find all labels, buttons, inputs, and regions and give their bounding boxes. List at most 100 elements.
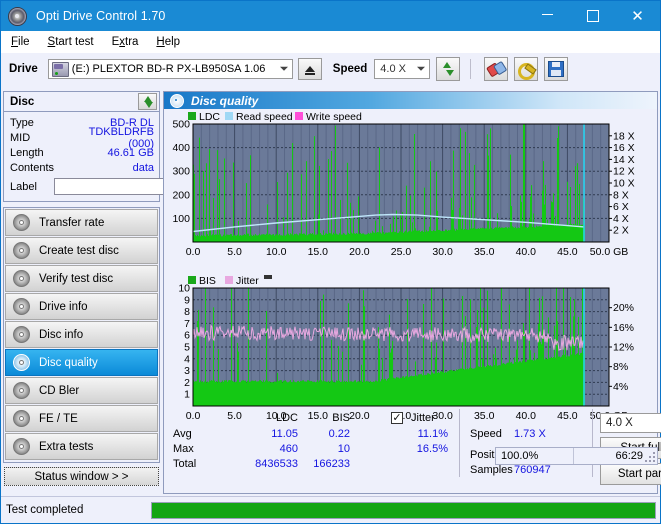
svg-text:4: 4	[184, 353, 190, 365]
save-button[interactable]	[544, 57, 569, 81]
disc-contents-value: data	[132, 161, 154, 174]
sidebar-item-verify-test-disc[interactable]: Verify test disc	[5, 265, 158, 292]
svg-text:50.0 GB: 50.0 GB	[590, 246, 629, 258]
disc-label-caption: Label	[10, 180, 37, 193]
stats-divider-2	[592, 409, 593, 477]
svg-text:18 X: 18 X	[613, 130, 635, 142]
svg-text:15.0: 15.0	[308, 246, 329, 258]
menu-extra[interactable]: Extra	[112, 36, 139, 48]
svg-text:14 X: 14 X	[613, 154, 635, 166]
resize-grip[interactable]	[644, 451, 655, 462]
disc-row-mid: MID TDKBLDRFB (000)	[10, 126, 154, 150]
max-ldc-value: 460	[279, 443, 298, 455]
speed-label: Speed	[332, 63, 368, 75]
legend-label-bis: BIS	[199, 275, 216, 287]
menu-file-rest: ile	[18, 36, 30, 48]
svg-text:6: 6	[184, 330, 190, 342]
sidebar-item-label: Drive info	[39, 300, 88, 313]
svg-text:25.0: 25.0	[391, 246, 412, 258]
drive-select[interactable]: (E:) PLEXTOR BD-R PX-LB950SA 1.06	[47, 59, 293, 79]
check-icon: ✓	[392, 412, 402, 424]
status-window-wrap: Status window > >	[3, 467, 160, 486]
disc-type-label: Type	[10, 116, 34, 129]
svg-text:10 X: 10 X	[613, 178, 635, 190]
erase-button[interactable]	[484, 57, 509, 81]
status-window-button[interactable]: Status window > >	[4, 467, 159, 486]
svg-text:10: 10	[178, 283, 190, 295]
panel-header: Disc quality	[164, 92, 657, 109]
sidebar-item-label: Transfer rate	[39, 216, 105, 229]
bis-plot-area	[192, 287, 610, 407]
sidebar-item-fe-te[interactable]: FE / TE	[5, 405, 158, 432]
maximize-button[interactable]	[570, 1, 615, 31]
ldc-chart-svg[interactable]: LDC Read speed Write speed 1002003004005…	[164, 109, 657, 274]
jitter-checkbox[interactable]: ✓	[391, 412, 403, 424]
disc-icon	[170, 93, 184, 108]
disc-icon	[13, 354, 30, 371]
svg-text:45.0: 45.0	[557, 246, 578, 258]
svg-text:2: 2	[184, 377, 190, 389]
speed-select[interactable]: 4.0 X	[374, 59, 431, 79]
sidebar-item-transfer-rate[interactable]: Transfer rate	[5, 209, 158, 236]
percent-text: 100.0%	[496, 448, 574, 464]
legend-label-jitter: Jitter	[236, 275, 259, 287]
svg-text:4 X: 4 X	[613, 213, 629, 225]
disc-length-label: Length	[10, 146, 44, 159]
menu-help[interactable]: Help	[156, 36, 180, 48]
sidebar-item-disc-quality[interactable]: Disc quality	[5, 349, 158, 376]
close-button[interactable]: ✕	[615, 1, 660, 31]
svg-text:200: 200	[172, 189, 190, 201]
svg-text:20%: 20%	[613, 302, 634, 314]
drive-toolbar: Drive (E:) PLEXTOR BD-R PX-LB950SA 1.06 …	[1, 53, 660, 85]
disc-length-value: 46.61 GB	[107, 146, 154, 159]
sidebar-item-disc-info[interactable]: Disc info	[5, 321, 158, 348]
sidebar-item-create-test-disc[interactable]: Create test disc	[5, 237, 158, 264]
sidebar-nav: Transfer rate Create test disc Verify te…	[3, 207, 160, 463]
jitter-label: Jitter	[411, 412, 435, 424]
col-header-ldc: LDC	[275, 412, 298, 424]
row-label-max: Max	[173, 443, 194, 455]
svg-text:7: 7	[184, 318, 190, 330]
sidebar-item-extra-tests[interactable]: Extra tests	[5, 433, 158, 460]
max-jitter-value: 16.5%	[416, 443, 448, 455]
sidebar-item-label: CD Bler	[39, 384, 80, 397]
eject-button[interactable]	[297, 58, 322, 80]
menu-file[interactable]: File	[11, 36, 30, 48]
max-bis-value: 10	[337, 443, 350, 455]
tools-button[interactable]	[514, 57, 539, 81]
svg-text:500: 500	[172, 119, 190, 131]
app-disc-icon	[8, 6, 27, 26]
save-icon	[548, 61, 565, 77]
start-part-button[interactable]: Start part	[600, 463, 661, 485]
svg-text:300: 300	[172, 166, 190, 178]
disc-icon	[13, 270, 30, 287]
drive-icon	[51, 61, 69, 77]
title-bar: Opti Drive Control 1.70 ✕	[1, 1, 660, 31]
disc-label-row: Label	[10, 176, 258, 197]
test-speed-select[interactable]: 4.0 X	[600, 413, 661, 433]
svg-text:1: 1	[184, 389, 190, 401]
sidebar-item-cd-bler[interactable]: CD Bler	[5, 377, 158, 404]
disc-refresh-button[interactable]	[138, 93, 157, 110]
svg-text:3: 3	[184, 365, 190, 377]
sidebar-item-drive-info[interactable]: Drive info	[5, 293, 158, 320]
speed-select-value: 4.0 X	[380, 63, 406, 75]
ldc-chart: LDC Read speed Write speed 100 200 300 4…	[164, 109, 657, 274]
col-header-bis: BIS	[332, 412, 350, 424]
samples-stat-value: 760947	[514, 464, 551, 476]
svg-text:8%: 8%	[613, 361, 628, 373]
drive-label: Drive	[9, 63, 38, 75]
main-body: Disc Type BD-R DL MID TDKBLDRFB (000) Le…	[1, 91, 661, 494]
minimize-button[interactable]	[525, 1, 570, 31]
refresh-button[interactable]	[436, 57, 461, 81]
disc-contents-label: Contents	[10, 161, 55, 174]
svg-text:16 X: 16 X	[613, 142, 635, 154]
eraser-icon	[486, 60, 506, 79]
left-pane: Disc Type BD-R DL MID TDKBLDRFB (000) Le…	[3, 91, 258, 494]
disc-icon	[13, 298, 30, 315]
application-window: Opti Drive Control 1.70 ✕ File Start tes…	[0, 0, 661, 524]
legend-label-write-speed: Write speed	[306, 111, 362, 123]
toolbar-divider	[470, 59, 472, 79]
menu-start-test[interactable]: Start test	[48, 36, 94, 48]
row-label-total: Total	[173, 458, 197, 470]
